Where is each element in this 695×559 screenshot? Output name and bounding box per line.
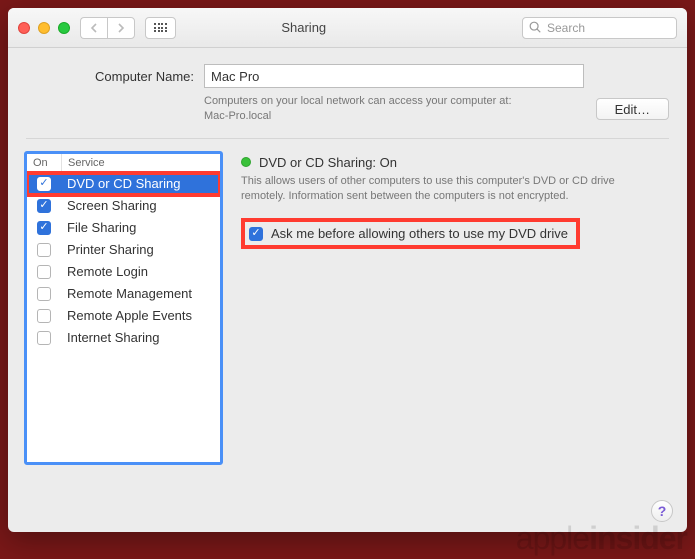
- window-title: Sharing: [96, 20, 513, 35]
- divider: [26, 138, 669, 139]
- zoom-icon[interactable]: [58, 22, 70, 34]
- service-label: Printer Sharing: [61, 242, 220, 257]
- service-checkbox[interactable]: [37, 177, 51, 191]
- service-checkbox[interactable]: [37, 265, 51, 279]
- titlebar: Sharing: [8, 8, 687, 48]
- service-checkbox[interactable]: [37, 221, 51, 235]
- header-on: On: [27, 154, 61, 172]
- service-checkbox[interactable]: [37, 309, 51, 323]
- service-label: File Sharing: [61, 220, 220, 235]
- service-label: DVD or CD Sharing: [61, 176, 220, 191]
- sharing-preferences-window: Sharing Computer Name: Computers on your…: [8, 8, 687, 532]
- service-row[interactable]: Remote Login: [27, 261, 220, 283]
- content: Computer Name: Computers on your local n…: [8, 48, 687, 489]
- service-label: Internet Sharing: [61, 330, 220, 345]
- service-row[interactable]: File Sharing: [27, 217, 220, 239]
- service-label: Remote Apple Events: [61, 308, 220, 323]
- help-button[interactable]: ?: [651, 500, 673, 522]
- edit-hostname-button[interactable]: Edit…: [596, 98, 669, 120]
- computer-name-input[interactable]: [204, 64, 584, 88]
- service-row[interactable]: DVD or CD Sharing: [27, 173, 220, 195]
- service-checkbox[interactable]: [37, 199, 51, 213]
- detail-description: This allows users of other computers to …: [241, 174, 641, 205]
- computer-name-description: Computers on your local network can acce…: [204, 94, 584, 124]
- service-label: Screen Sharing: [61, 198, 220, 213]
- service-checkbox[interactable]: [37, 331, 51, 345]
- search-wrap: [522, 17, 677, 39]
- service-label: Remote Login: [61, 264, 220, 279]
- status-dot-icon: [241, 157, 251, 167]
- detail-title-row: DVD or CD Sharing: On: [241, 155, 669, 170]
- main-row: On Service DVD or CD Sharing Screen Shari…: [26, 153, 669, 473]
- header-service: Service: [61, 154, 220, 172]
- close-icon[interactable]: [18, 22, 30, 34]
- service-row[interactable]: Remote Apple Events: [27, 305, 220, 327]
- computer-name-row: Computer Name: Computers on your local n…: [71, 64, 669, 124]
- service-label: Remote Management: [61, 286, 220, 301]
- service-detail: DVD or CD Sharing: On This allows users …: [241, 153, 669, 473]
- service-row[interactable]: Screen Sharing: [27, 195, 220, 217]
- ask-before-allowing-label: Ask me before allowing others to use my …: [271, 226, 568, 241]
- services-list[interactable]: On Service DVD or CD Sharing Screen Shari…: [26, 153, 221, 463]
- search-input[interactable]: [522, 17, 677, 39]
- window-controls: [18, 22, 70, 34]
- search-icon: [528, 20, 542, 34]
- service-checkbox[interactable]: [37, 287, 51, 301]
- service-row[interactable]: Remote Management: [27, 283, 220, 305]
- detail-title: DVD or CD Sharing: On: [259, 155, 397, 170]
- ask-before-allowing-checkbox[interactable]: [249, 227, 263, 241]
- service-checkbox[interactable]: [37, 243, 51, 257]
- computer-name-label: Computer Name:: [71, 64, 194, 84]
- service-row[interactable]: Printer Sharing: [27, 239, 220, 261]
- ask-before-allowing-row: Ask me before allowing others to use my …: [241, 218, 580, 249]
- services-header: On Service: [27, 154, 220, 173]
- minimize-icon[interactable]: [38, 22, 50, 34]
- service-row[interactable]: Internet Sharing: [27, 327, 220, 349]
